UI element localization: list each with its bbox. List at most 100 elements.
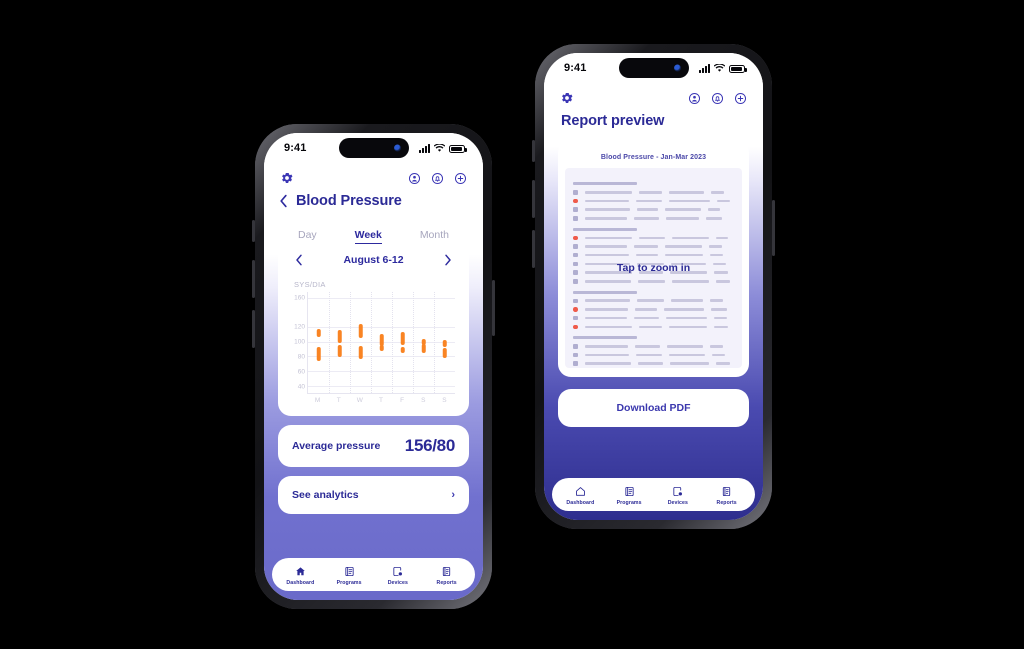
document-cell xyxy=(635,308,657,311)
front-camera-icon xyxy=(394,145,401,152)
nav-item-dashboard[interactable]: Dashboard xyxy=(558,485,602,506)
document-alert-dot-icon xyxy=(573,325,578,330)
chart-x-tick: T xyxy=(337,397,341,404)
chart-bar-dia xyxy=(421,344,426,353)
status-bar: 9:41 xyxy=(544,53,763,83)
document-cell xyxy=(634,245,659,248)
document-bullet-icon xyxy=(573,316,578,321)
document-cell xyxy=(585,299,630,302)
document-cell xyxy=(666,217,699,220)
document-cell xyxy=(710,254,723,257)
document-cell xyxy=(712,354,726,357)
nav-label-programs: Programs xyxy=(337,580,362,586)
document-cell xyxy=(708,208,720,211)
document-cell xyxy=(585,191,632,194)
document-cell xyxy=(670,362,709,365)
notification-bell-circle-icon[interactable] xyxy=(431,172,444,185)
document-cell xyxy=(637,299,664,302)
document-icon xyxy=(441,565,452,578)
chart-bar-dia xyxy=(379,345,384,352)
document-cell xyxy=(638,280,665,283)
bottom-nav-right: Dashboard Programs Devices Reports xyxy=(552,478,755,511)
volume-down-button[interactable] xyxy=(252,310,255,348)
chart-y-tick: 80 xyxy=(298,354,305,361)
document-bullet-icon xyxy=(573,361,578,366)
chart-y-tick: 40 xyxy=(298,383,305,390)
document-section-heading xyxy=(573,291,637,294)
chart-x-tick: F xyxy=(400,397,404,404)
document-cell xyxy=(711,308,726,311)
chart-y-axis: 160 120 100 80 60 40 xyxy=(288,292,306,394)
nav-item-programs[interactable]: Programs xyxy=(607,485,651,506)
status-time: 9:41 xyxy=(284,142,306,154)
document-cell xyxy=(711,191,723,194)
tab-month[interactable]: Month xyxy=(420,229,449,244)
download-pdf-button[interactable]: Download PDF xyxy=(558,389,749,427)
nav-item-reports[interactable]: Reports xyxy=(705,485,749,506)
chart-x-tick: W xyxy=(357,397,363,404)
document-row xyxy=(573,199,734,204)
document-cell xyxy=(665,208,701,211)
mute-switch[interactable] xyxy=(532,140,535,162)
mute-switch[interactable] xyxy=(252,220,255,242)
add-plus-circle-icon[interactable] xyxy=(734,92,747,105)
profile-circle-icon[interactable] xyxy=(688,92,701,105)
phone-right-screen: 9:41 Report preview Blood Pressure - Jan… xyxy=(544,53,763,520)
power-button[interactable] xyxy=(772,200,775,256)
document-cell xyxy=(672,237,709,240)
chart-bar-dia xyxy=(337,345,342,357)
chart-gridline-h xyxy=(308,356,455,357)
gear-icon[interactable] xyxy=(280,171,294,185)
nav-item-programs[interactable]: Programs xyxy=(327,565,371,586)
nav-item-devices[interactable]: Devices xyxy=(376,565,420,586)
document-row xyxy=(573,344,734,349)
see-analytics-button[interactable]: See analytics › xyxy=(278,476,469,514)
nav-label-reports: Reports xyxy=(436,580,456,586)
document-cell xyxy=(585,237,633,240)
chart-bar-sys xyxy=(337,330,342,343)
volume-down-button[interactable] xyxy=(532,230,535,268)
document-cell xyxy=(585,362,631,365)
gear-icon[interactable] xyxy=(560,91,574,105)
volume-up-button[interactable] xyxy=(252,260,255,298)
chart-x-tick: S xyxy=(421,397,425,404)
chart-gridline-v xyxy=(413,292,414,393)
document-bullet-icon xyxy=(573,190,578,195)
document-cell xyxy=(639,326,662,329)
document-bullet-icon xyxy=(573,279,578,284)
list-card-icon xyxy=(624,485,635,498)
document-icon xyxy=(721,485,732,498)
page-header: Report preview xyxy=(544,109,763,138)
document-cell xyxy=(636,200,662,203)
top-icon-row xyxy=(264,163,483,189)
notification-bell-circle-icon[interactable] xyxy=(711,92,724,105)
chart-x-tick: M xyxy=(315,397,320,404)
chart-plot-area xyxy=(307,292,455,394)
next-week-button[interactable] xyxy=(444,254,452,266)
nav-item-dashboard[interactable]: Dashboard xyxy=(278,565,322,586)
power-button[interactable] xyxy=(492,280,495,336)
volume-up-button[interactable] xyxy=(532,180,535,218)
document-cell xyxy=(585,254,630,257)
nav-item-reports[interactable]: Reports xyxy=(425,565,469,586)
tab-day[interactable]: Day xyxy=(298,229,317,244)
add-plus-circle-icon[interactable] xyxy=(454,172,467,185)
back-button[interactable] xyxy=(278,194,289,208)
document-alert-dot-icon xyxy=(573,199,578,204)
chart-y-tick: 120 xyxy=(294,324,305,331)
report-preview-card[interactable]: Blood Pressure - Jan-Mar 2023 Tap to zoo… xyxy=(558,140,749,377)
period-tabs: Day Week Month xyxy=(278,218,469,252)
document-cell xyxy=(664,308,705,311)
nav-item-devices[interactable]: Devices xyxy=(656,485,700,506)
content-area: Blood Pressure - Jan-Mar 2023 Tap to zoo… xyxy=(544,138,763,427)
profile-circle-icon[interactable] xyxy=(408,172,421,185)
document-cell xyxy=(639,237,665,240)
status-time: 9:41 xyxy=(564,62,586,74)
document-row xyxy=(573,299,734,304)
document-cell xyxy=(636,354,662,357)
tab-week[interactable]: Week xyxy=(355,229,382,244)
chart-bar-sys xyxy=(316,329,321,338)
document-cell xyxy=(714,326,728,329)
prev-week-button[interactable] xyxy=(295,254,303,266)
list-card-icon xyxy=(344,565,355,578)
